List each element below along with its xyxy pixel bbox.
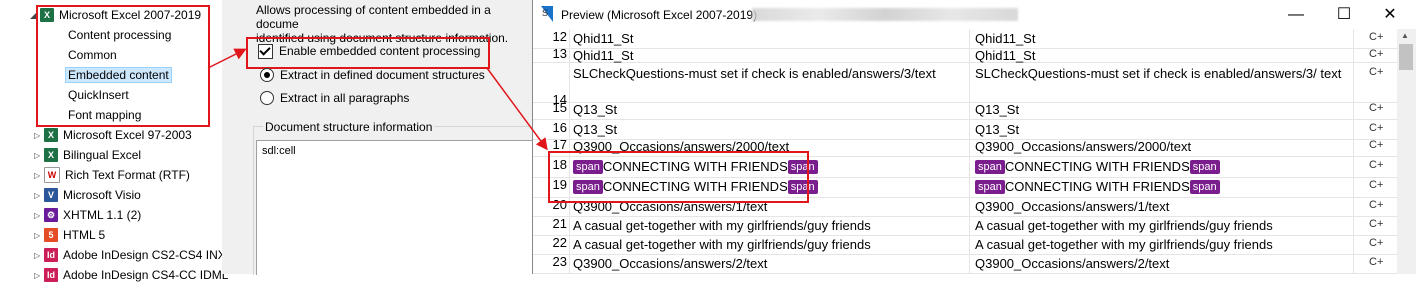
- annotation-arrows: [207, 48, 548, 151]
- arrow-checkbox-to-segments: [486, 67, 548, 151]
- arrow-tree-to-checkbox: [207, 48, 247, 69]
